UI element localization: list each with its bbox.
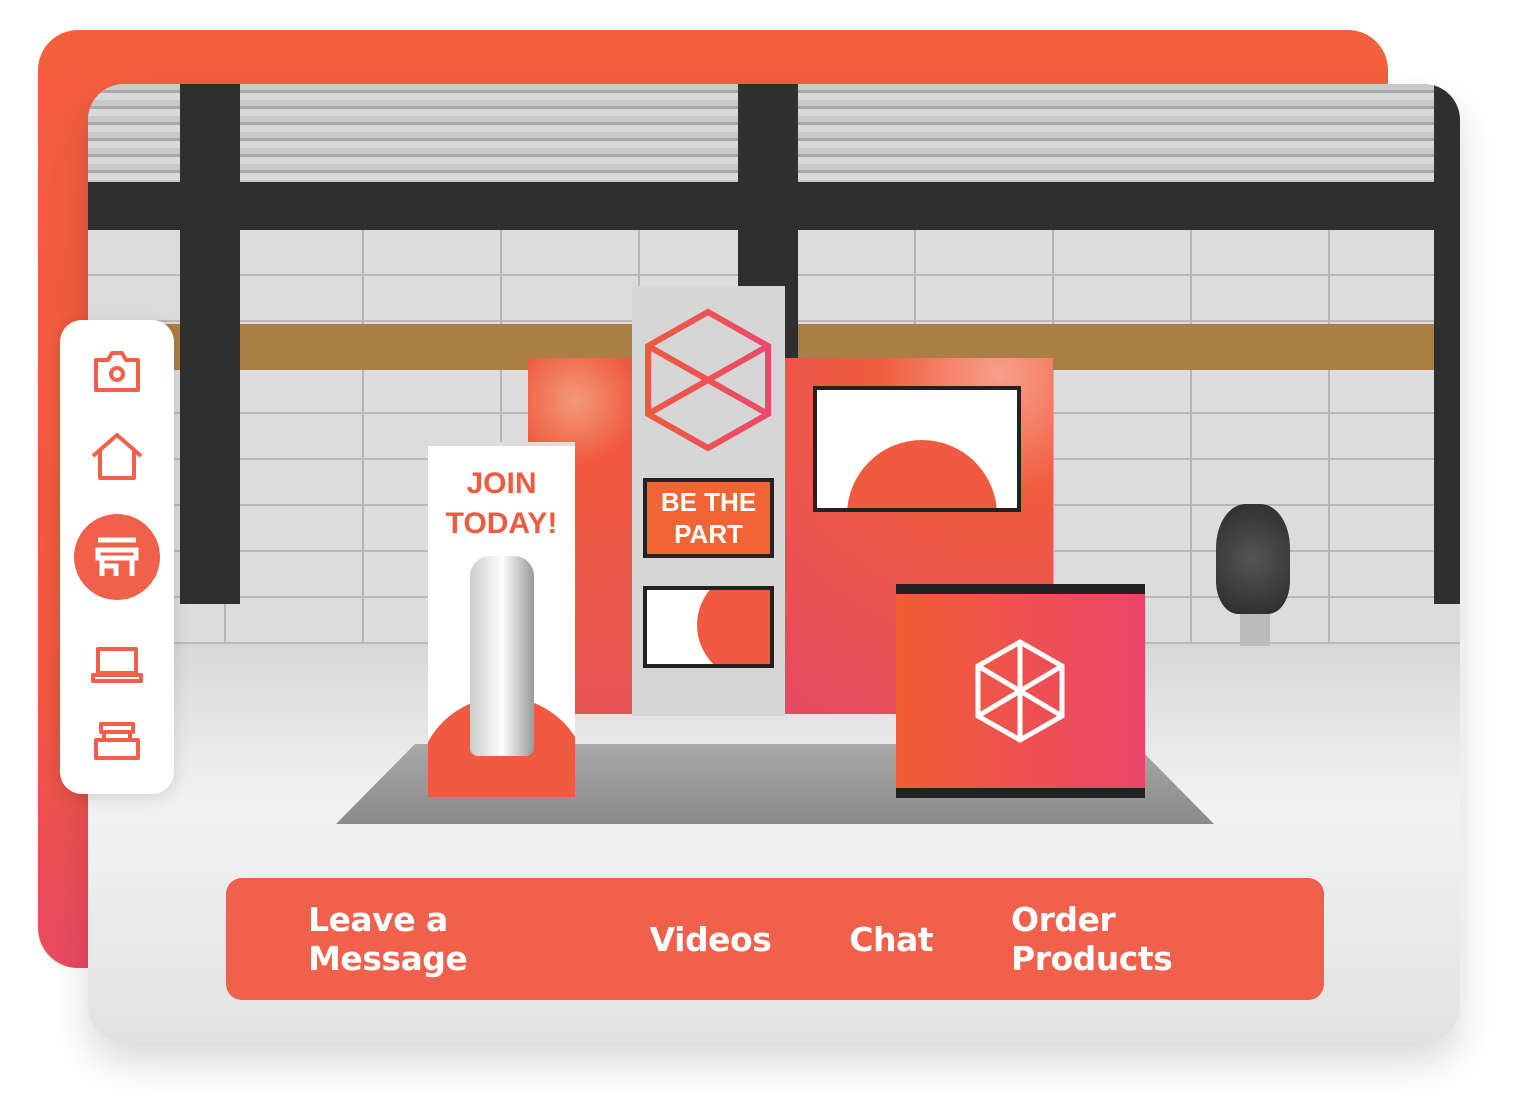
sidebar-item-camera[interactable] — [74, 328, 160, 414]
booth-counter — [896, 584, 1145, 798]
hexagon-logo-icon — [645, 308, 771, 452]
chat-button[interactable]: Chat — [849, 920, 933, 959]
camera-icon — [94, 351, 140, 392]
laptop-icon — [91, 647, 143, 683]
roll-up-banner[interactable]: JOIN TODAY! — [428, 442, 575, 797]
sidebar-item-booth[interactable] — [74, 514, 160, 600]
home-icon — [91, 433, 143, 480]
pillar — [180, 84, 240, 604]
sidebar-item-home[interactable] — [74, 414, 160, 500]
booth-store-icon — [95, 537, 139, 576]
robot-hand-image — [470, 556, 534, 756]
booth-action-bar: Leave a Message Videos Chat Order Produc… — [226, 878, 1324, 1000]
hexagon-logo-icon — [975, 639, 1065, 743]
tower-sign: BE THE PART — [643, 478, 774, 558]
pillar — [1434, 84, 1460, 604]
sidebar-item-laptop[interactable] — [74, 622, 160, 708]
order-products-button[interactable]: Order Products — [1011, 900, 1246, 978]
banner-text: JOIN TODAY! — [445, 467, 558, 540]
plant — [1216, 504, 1290, 614]
plant-pot — [1240, 614, 1270, 646]
leave-message-button[interactable]: Leave a Message — [308, 900, 572, 978]
sidebar — [60, 320, 174, 794]
kiosk-icon — [94, 722, 140, 760]
video-screen-small[interactable] — [643, 586, 774, 668]
videos-button[interactable]: Videos — [650, 920, 772, 959]
video-screen-large[interactable] — [813, 386, 1021, 512]
sidebar-item-kiosk[interactable] — [74, 698, 160, 784]
